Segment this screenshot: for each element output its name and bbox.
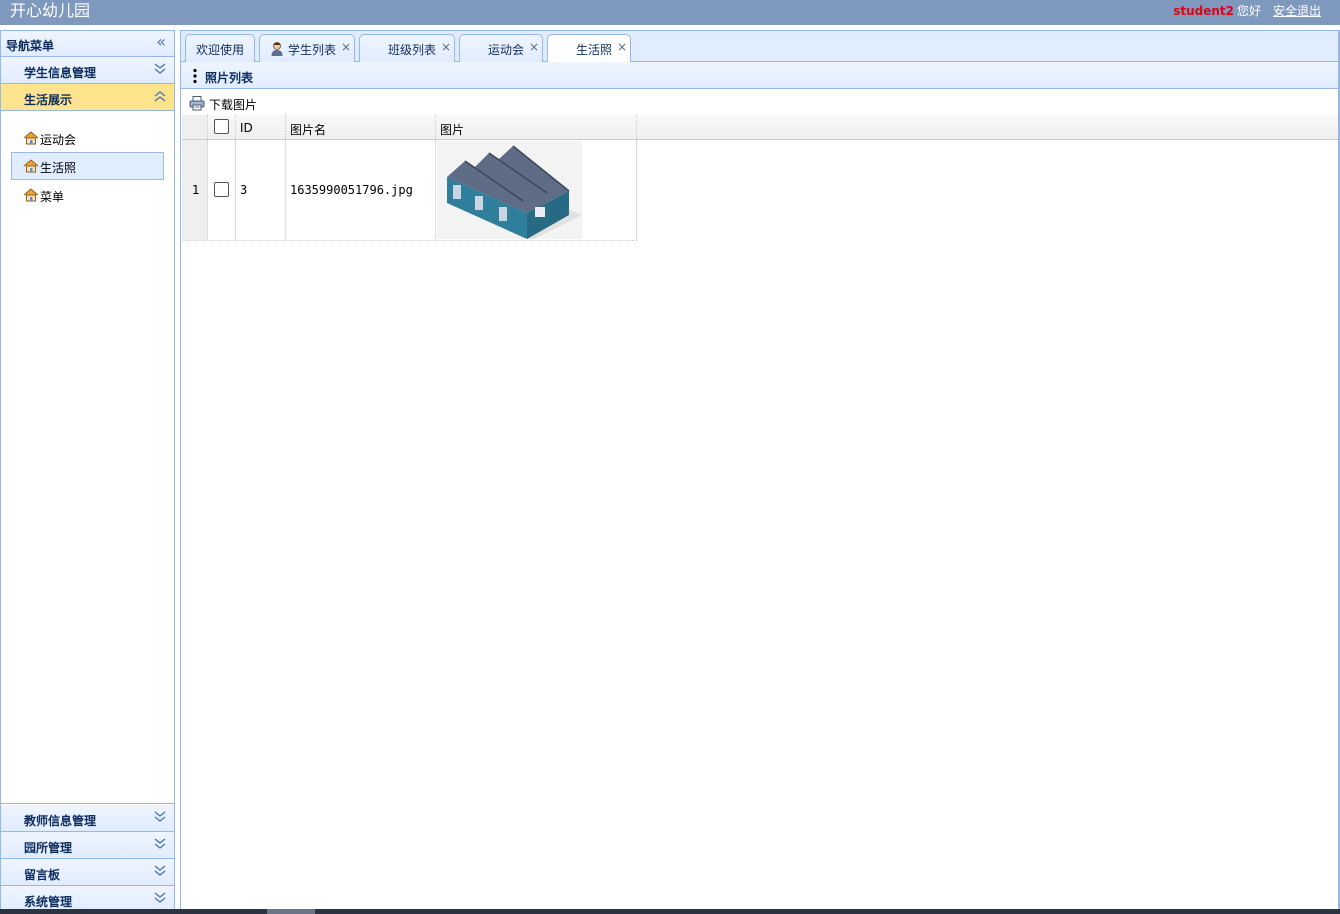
tab-student-list[interactable]: 学生列表 ×: [259, 34, 355, 62]
menu-item-label: 菜单: [40, 190, 65, 204]
id-value: 3: [240, 183, 248, 197]
house-icon: [23, 159, 39, 173]
column-header-label: 图片: [440, 123, 465, 137]
tab-label: 班级列表: [388, 43, 437, 57]
tab-label: 生活照: [576, 43, 613, 57]
section-label: 留言板: [24, 868, 61, 882]
select-all-cell: [208, 115, 236, 139]
menu-item-label: 运动会: [40, 133, 77, 147]
app-title: 开心幼儿园: [10, 1, 91, 20]
chevron-double-down-icon: [154, 811, 166, 822]
close-icon[interactable]: ×: [341, 40, 351, 54]
section-label: 系统管理: [24, 895, 73, 909]
section-label: 教师信息管理: [24, 814, 97, 828]
photo-grid: ID 图片名 图片 1 3 1635990051796.jpg: [182, 115, 1338, 241]
section-life-display-body: 运动会 生活照 菜单: [1, 111, 174, 804]
chevron-double-down-icon: [154, 838, 166, 849]
house-icon: [23, 188, 39, 202]
photo-list-panel-header: 照片列表: [181, 62, 1338, 89]
tab-label: 欢迎使用: [196, 43, 245, 57]
collapse-left-icon[interactable]: «: [156, 34, 166, 50]
tab-class-list[interactable]: 班级列表 ×: [359, 34, 455, 62]
chevron-double-down-icon: [154, 865, 166, 876]
section-label: 生活展示: [24, 93, 73, 107]
scrollbar-thumb[interactable]: [267, 909, 315, 914]
id-cell: 3: [236, 140, 286, 240]
factory-building-image[interactable]: [437, 141, 582, 239]
top-header: 开心幼儿园 student2 您好 安全退出: [0, 0, 1340, 25]
user-area: student2 您好 安全退出: [1173, 3, 1321, 19]
row-checkbox[interactable]: [214, 182, 229, 197]
tab-label: 运动会: [488, 43, 525, 57]
tab-bar: 欢迎使用 学生列表 × 班级列表 × 运动会 × 生活照 ×: [181, 31, 1338, 63]
row-number-cell: 1: [182, 140, 208, 240]
row-number: 1: [192, 183, 200, 197]
logout-link[interactable]: 安全退出: [1273, 4, 1321, 18]
username: student2: [1173, 4, 1234, 18]
section-teacher-info[interactable]: 教师信息管理: [1, 805, 174, 832]
tab-welcome[interactable]: 欢迎使用: [185, 34, 255, 62]
printer-icon: [189, 96, 205, 111]
select-all-checkbox[interactable]: [214, 119, 229, 134]
toolbar: 下载图片: [181, 90, 1338, 115]
main-panel: 欢迎使用 学生列表 × 班级列表 × 运动会 × 生活照 × 照片列表 下载图片: [180, 30, 1340, 910]
grid-header: ID 图片名 图片: [182, 115, 1338, 140]
menu-item-life-photos[interactable]: 生活照: [11, 152, 164, 180]
section-label: 园所管理: [24, 841, 73, 855]
collapsed-sections: 教师信息管理 园所管理 留言板 系统管理: [1, 805, 174, 913]
sidebar-title: 导航菜单: [6, 39, 55, 53]
chevron-double-down-icon: [154, 892, 166, 903]
tab-label: 学生列表: [288, 43, 337, 57]
download-image-label: 下载图片: [209, 98, 258, 112]
filename-value: 1635990051796.jpg: [290, 183, 413, 197]
section-kindergarten-management[interactable]: 园所管理: [1, 832, 174, 859]
sidebar-header: 导航菜单 «: [1, 31, 174, 57]
rownum-header: [182, 115, 208, 139]
menu-item-menu[interactable]: 菜单: [11, 181, 164, 209]
filename-cell: 1635990051796.jpg: [286, 140, 436, 240]
column-header-image[interactable]: 图片: [436, 115, 637, 139]
section-student-info[interactable]: 学生信息管理: [1, 57, 174, 84]
column-header-label: ID: [240, 121, 253, 135]
section-message-board[interactable]: 留言板: [1, 859, 174, 886]
section-life-display[interactable]: 生活展示: [1, 84, 174, 111]
tab-sports-meet[interactable]: 运动会 ×: [459, 34, 543, 62]
close-icon[interactable]: ×: [441, 40, 451, 54]
horizontal-scrollbar[interactable]: [0, 909, 1340, 914]
greeting: 您好: [1236, 4, 1261, 18]
section-label: 学生信息管理: [24, 66, 97, 80]
row-checkbox-cell: [208, 140, 236, 240]
chevron-double-down-icon: [154, 63, 166, 74]
close-icon[interactable]: ×: [617, 40, 627, 54]
column-header-label: 图片名: [290, 123, 327, 137]
chevron-double-up-icon: [154, 91, 166, 102]
image-cell: [436, 140, 637, 240]
table-row[interactable]: 1 3 1635990051796.jpg: [182, 140, 637, 241]
tab-life-photos[interactable]: 生活照 ×: [547, 34, 631, 63]
house-icon: [23, 131, 39, 145]
column-header-id[interactable]: ID: [236, 115, 286, 139]
close-icon[interactable]: ×: [529, 40, 539, 54]
sidebar: 导航菜单 « 学生信息管理 生活展示 运动会 生活照 菜单 教师信息管理 园所管…: [0, 30, 175, 913]
more-icon: [193, 68, 197, 84]
panel-title: 照片列表: [205, 71, 254, 85]
menu-item-sports-meet[interactable]: 运动会: [11, 124, 164, 152]
student-icon: [271, 42, 283, 56]
menu-item-label: 生活照: [40, 161, 77, 175]
column-header-filename[interactable]: 图片名: [286, 115, 436, 139]
